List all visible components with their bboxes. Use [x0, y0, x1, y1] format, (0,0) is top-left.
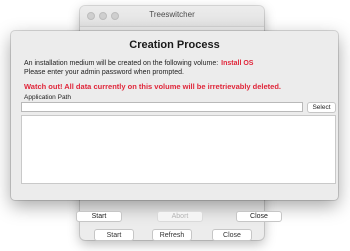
- warning-text: Watch out! All data currently on this vo…: [24, 82, 281, 91]
- password-line: Please enter your admin password when pr…: [24, 69, 184, 76]
- background-close-button[interactable]: Close: [212, 229, 252, 241]
- window-titlebar: Treeswitcher: [80, 6, 264, 27]
- info-line: An installation medium will be created o…: [24, 60, 253, 67]
- application-path-input[interactable]: [21, 102, 303, 112]
- info-text: An installation medium will be created o…: [24, 60, 219, 67]
- log-output-area[interactable]: [21, 115, 336, 184]
- creation-process-sheet: Creation Process An installation medium …: [11, 31, 338, 222]
- close-button[interactable]: Close: [236, 211, 282, 222]
- volume-name: Install OS: [221, 60, 254, 67]
- start-button[interactable]: Start: [76, 211, 122, 222]
- abort-button[interactable]: Abort: [157, 211, 203, 222]
- path-label: Application Path: [24, 94, 71, 101]
- window-title: Treeswitcher: [149, 10, 195, 19]
- background-refresh-button[interactable]: Refresh: [152, 229, 192, 241]
- select-button[interactable]: Select: [307, 102, 336, 113]
- sheet-title: Creation Process: [129, 39, 220, 51]
- background-start-button[interactable]: Start: [94, 229, 134, 241]
